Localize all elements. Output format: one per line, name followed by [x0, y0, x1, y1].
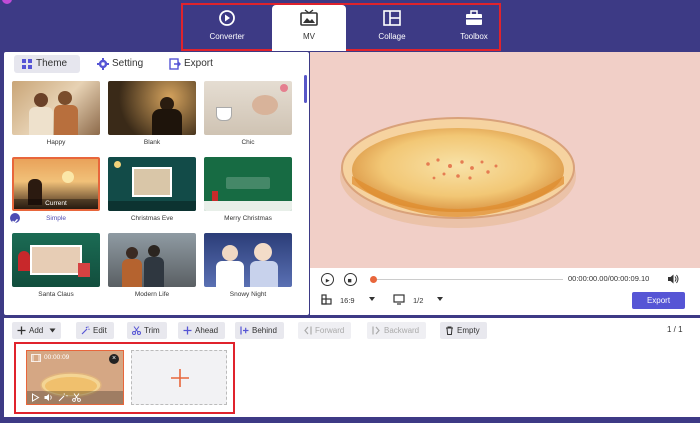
tab-setting[interactable]: Setting	[90, 55, 150, 73]
preview-image	[340, 117, 576, 228]
panel-tabs: Theme Setting Export	[4, 52, 309, 76]
mv-icon	[300, 9, 318, 26]
plus-icon	[183, 326, 192, 335]
checkmark-icon	[10, 213, 20, 224]
plus-icon	[17, 326, 26, 335]
theme-thumbnail	[12, 233, 100, 287]
ahead-button[interactable]: Ahead	[178, 322, 226, 339]
timeline: 00:00:09 ×	[4, 342, 700, 417]
theme-christmas-eve[interactable]: Christmas Eve	[108, 157, 196, 222]
theme-snowy-night[interactable]: Snowy Night	[204, 233, 292, 298]
tab-theme[interactable]: Theme	[14, 55, 80, 73]
tab-mv[interactable]: MV	[272, 5, 346, 51]
backward-button[interactable]: Backward	[367, 322, 427, 339]
play-icon	[325, 278, 330, 283]
theme-thumbnail	[204, 81, 292, 135]
page-count: 1 / 1	[667, 325, 683, 334]
theme-simple[interactable]: Current Simple	[10, 157, 100, 224]
monitor-icon	[393, 294, 405, 305]
player-controls: 00:00:00.00/00:00:09.10 16:9 1/2 Export	[310, 268, 700, 315]
add-clip-button[interactable]	[131, 350, 227, 405]
trim-button[interactable]: Trim	[127, 322, 167, 339]
trash-icon	[446, 326, 453, 335]
chevron-down-icon[interactable]	[368, 296, 376, 302]
aspect-ratio-value[interactable]: 16:9	[340, 296, 355, 305]
grid-icon	[22, 59, 32, 69]
theme-blank[interactable]: Blank	[108, 81, 196, 146]
plus-icon	[171, 369, 189, 387]
film-icon	[31, 354, 41, 362]
gear-icon	[97, 58, 109, 70]
theme-grid: Happy Blank Chic Current Simple Christma…	[4, 78, 304, 314]
theme-thumbnail	[204, 233, 292, 287]
stop-icon	[347, 278, 352, 283]
theme-thumbnail	[204, 157, 292, 211]
tab-toolbox[interactable]: Toolbox	[437, 5, 511, 49]
close-icon[interactable]: ×	[109, 354, 119, 364]
play-icon[interactable]	[31, 393, 40, 402]
export-icon	[169, 58, 181, 70]
behind-button[interactable]: Behind	[235, 322, 284, 339]
theme-thumbnail: Current	[12, 157, 100, 211]
theme-thumbnail	[108, 233, 196, 287]
app-logo	[2, 0, 12, 4]
scissors-icon[interactable]	[72, 393, 82, 402]
wand-icon[interactable]	[58, 393, 68, 402]
tab-converter[interactable]: Converter	[190, 5, 264, 49]
scissors-icon	[132, 326, 141, 335]
chevron-down-icon	[49, 328, 56, 333]
insert-icon	[240, 326, 249, 335]
aspect-ratio-icon	[321, 294, 332, 305]
add-button[interactable]: Add	[12, 322, 62, 339]
theme-modern-life[interactable]: Modern Life	[108, 233, 196, 298]
theme-thumbnail	[108, 81, 196, 135]
theme-chic[interactable]: Chic	[204, 81, 292, 146]
timeline-clip[interactable]: 00:00:09 ×	[26, 350, 124, 405]
video-preview	[310, 52, 700, 268]
theme-santa-claus[interactable]: Santa Claus	[12, 233, 100, 298]
progress-handle[interactable]	[370, 276, 377, 283]
stop-button[interactable]	[344, 273, 357, 286]
clip-tools	[27, 391, 123, 404]
progress-track[interactable]	[373, 279, 563, 280]
wand-icon	[81, 326, 90, 335]
theme-merry-christmas[interactable]: Merry Christmas	[204, 157, 292, 222]
forward-button[interactable]: Forward	[298, 322, 352, 339]
edit-toolbar: Add Edit Trim Ahead Behind Forward Backw…	[4, 318, 700, 342]
forward-icon	[304, 326, 312, 335]
backward-icon	[372, 326, 380, 335]
chevron-down-icon[interactable]	[436, 296, 444, 302]
volume-icon[interactable]	[667, 273, 679, 285]
clip-duration: 00:00:09	[44, 354, 70, 361]
empty-button[interactable]: Empty	[440, 322, 487, 339]
volume-icon[interactable]	[44, 393, 54, 402]
toolbox-icon	[466, 10, 482, 25]
theme-scrollbar[interactable]	[304, 75, 307, 103]
theme-thumbnail	[12, 81, 100, 135]
tab-export[interactable]: Export	[162, 55, 220, 73]
theme-happy[interactable]: Happy	[12, 81, 100, 146]
converter-icon	[219, 10, 235, 26]
export-button[interactable]: Export	[632, 292, 685, 309]
edit-button[interactable]: Edit	[76, 322, 114, 339]
page-selector[interactable]: 1/2	[413, 296, 423, 305]
play-button[interactable]	[321, 273, 334, 286]
theme-panel: Theme Setting Export Happy Blank Chic Cu…	[4, 52, 309, 315]
theme-thumbnail	[108, 157, 196, 211]
current-badge: Current	[14, 199, 98, 209]
tab-collage[interactable]: Collage	[355, 5, 429, 49]
collage-icon	[383, 10, 401, 26]
timecode: 00:00:00.00/00:00:09.10	[568, 274, 650, 283]
top-nav: Converter MV Collage Toolbox	[0, 0, 700, 52]
